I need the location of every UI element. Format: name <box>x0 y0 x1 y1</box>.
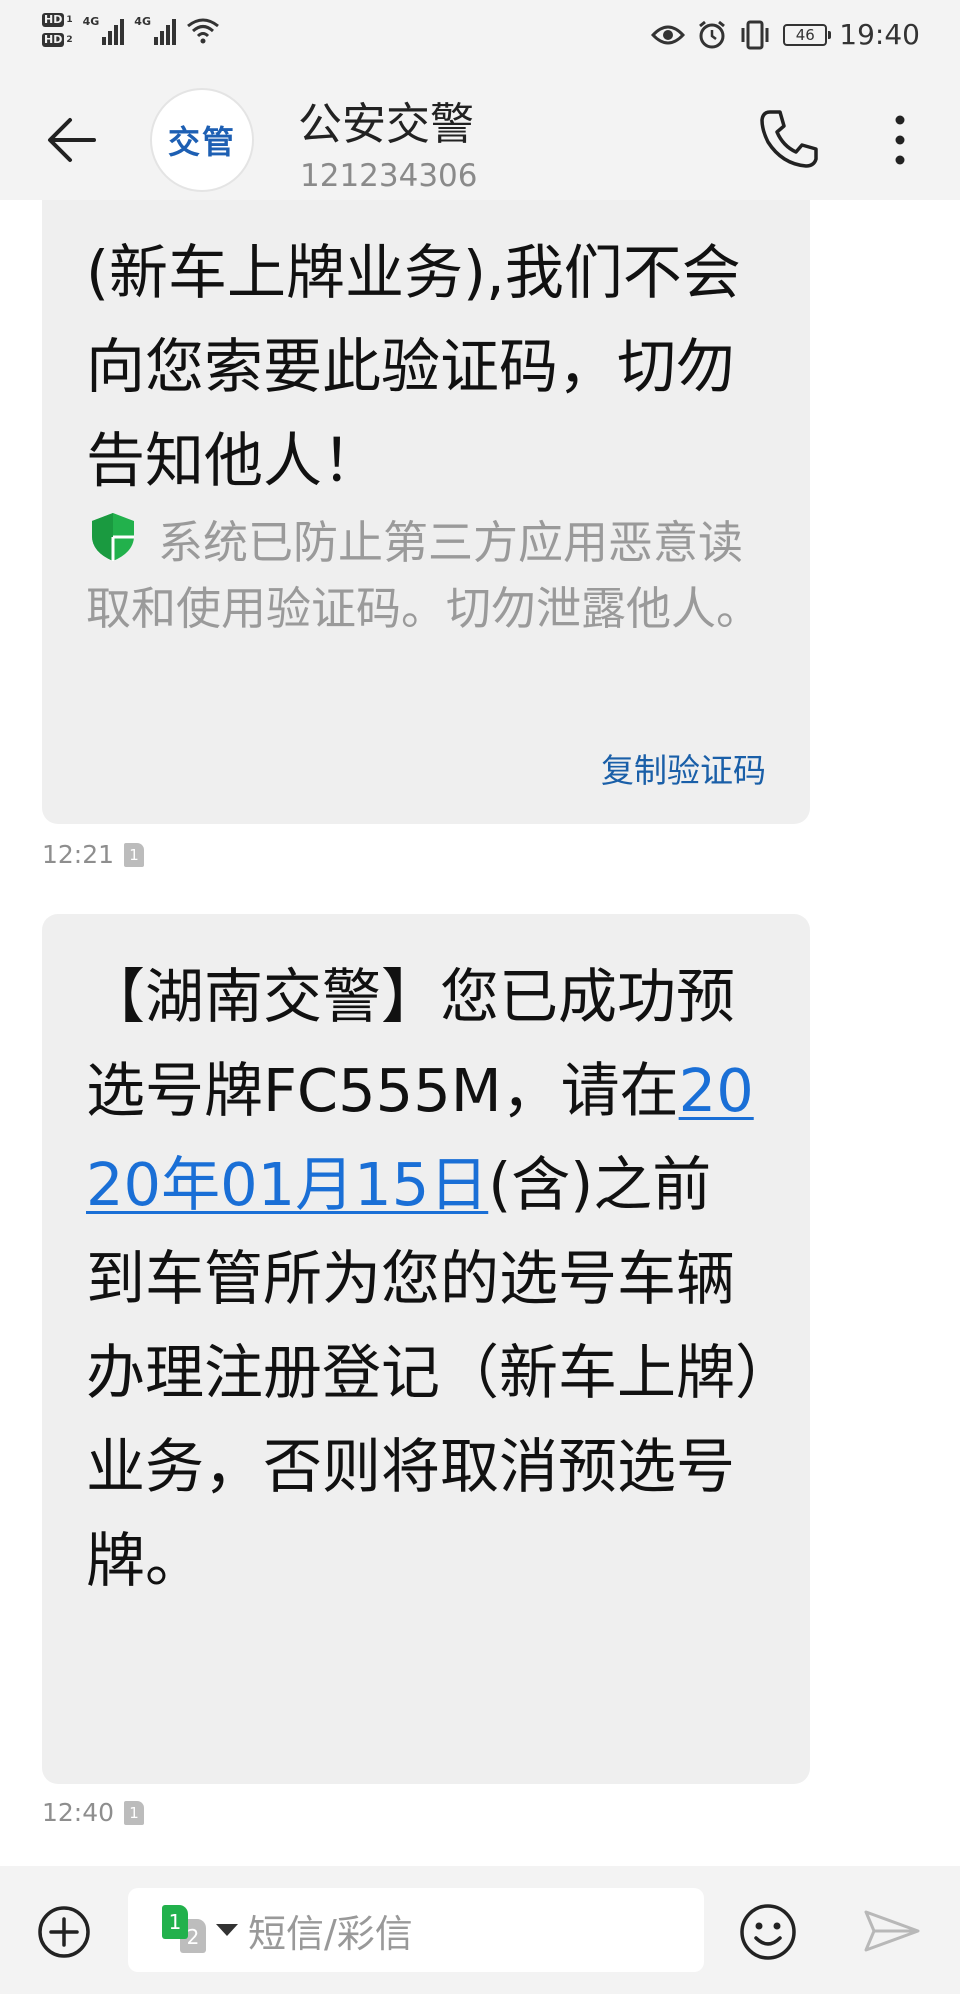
message-text: 【湖南交警】您已成功预选号牌FC555M，请在2020年01月15日(含)之前到… <box>86 962 765 1595</box>
send-icon[interactable] <box>862 1906 922 1956</box>
sim-1-icon: 1 <box>162 1905 188 1939</box>
signal-icon: 4G <box>83 15 125 45</box>
eye-comfort-icon <box>651 25 686 44</box>
security-notice: 系统已防止第三方应用恶意读取和使用验证码。切勿泄露他人。 <box>86 510 766 642</box>
network-type-1: 4G <box>82 15 100 28</box>
message-timestamp: 12:21 1 <box>42 840 145 869</box>
sim-icon: 1 <box>124 842 145 867</box>
hd-indicator-2: HD 2 <box>42 33 73 47</box>
security-notice-text: 系统已防止第三方应用恶意读取和使用验证码。切勿泄露他人。 <box>86 516 762 635</box>
back-arrow-icon[interactable] <box>44 112 100 168</box>
hd-indicators: HD 1 HD 2 <box>42 12 73 48</box>
alarm-icon <box>699 20 726 48</box>
battery-icon: 46 <box>783 23 832 46</box>
contact-name: 公安交警 <box>298 99 474 150</box>
status-time: 19:40 <box>839 18 920 51</box>
message-timestamp: 12:40 1 <box>42 1798 145 1827</box>
status-bar: HD 1 HD 2 4G 4G 46 19:40 <box>0 0 960 76</box>
signal-icon-2: 4G <box>134 15 176 45</box>
phone-icon[interactable] <box>756 106 822 172</box>
message-text: (新车上牌业务),我们不会向您索要此验证码，切勿告知他人！ <box>86 238 741 495</box>
compose-bar: 2 1 短信/彩信 <box>0 1866 960 1994</box>
message-bubble[interactable]: 【湖南交警】您已成功预选号牌FC555M，请在2020年01月15日(含)之前到… <box>42 914 810 1784</box>
chevron-down-icon[interactable] <box>216 1924 238 1936</box>
more-vertical-icon[interactable] <box>880 110 920 170</box>
message-bubble[interactable]: (新车上牌业务),我们不会向您索要此验证码，切勿告知他人！ 系统已防止第三方应用… <box>42 140 810 824</box>
vibrate-icon <box>741 20 769 49</box>
shield-icon <box>92 513 134 561</box>
status-right: 46 19:40 <box>651 18 920 51</box>
wifi-icon <box>187 18 219 44</box>
sim-selector[interactable]: 2 1 <box>162 1905 208 1955</box>
network-type-2: 4G <box>134 15 151 28</box>
message-placeholder: 短信/彩信 <box>248 1911 413 1956</box>
status-left: HD 1 HD 2 4G 4G <box>42 12 220 48</box>
sim-icon: 1 <box>124 1800 145 1825</box>
add-circle-icon[interactable] <box>36 1904 92 1960</box>
conversation-header: 交管 公安交警 121234306 <box>0 76 960 200</box>
contact-number: 121234306 <box>300 158 478 194</box>
hd-indicator-1: HD 1 <box>42 13 73 27</box>
contact-avatar[interactable]: 交管 <box>150 88 254 192</box>
message-input[interactable]: 2 1 短信/彩信 <box>128 1888 704 1972</box>
emoji-icon[interactable] <box>738 1902 798 1962</box>
copy-code-button[interactable]: 复制验证码 <box>601 744 766 792</box>
